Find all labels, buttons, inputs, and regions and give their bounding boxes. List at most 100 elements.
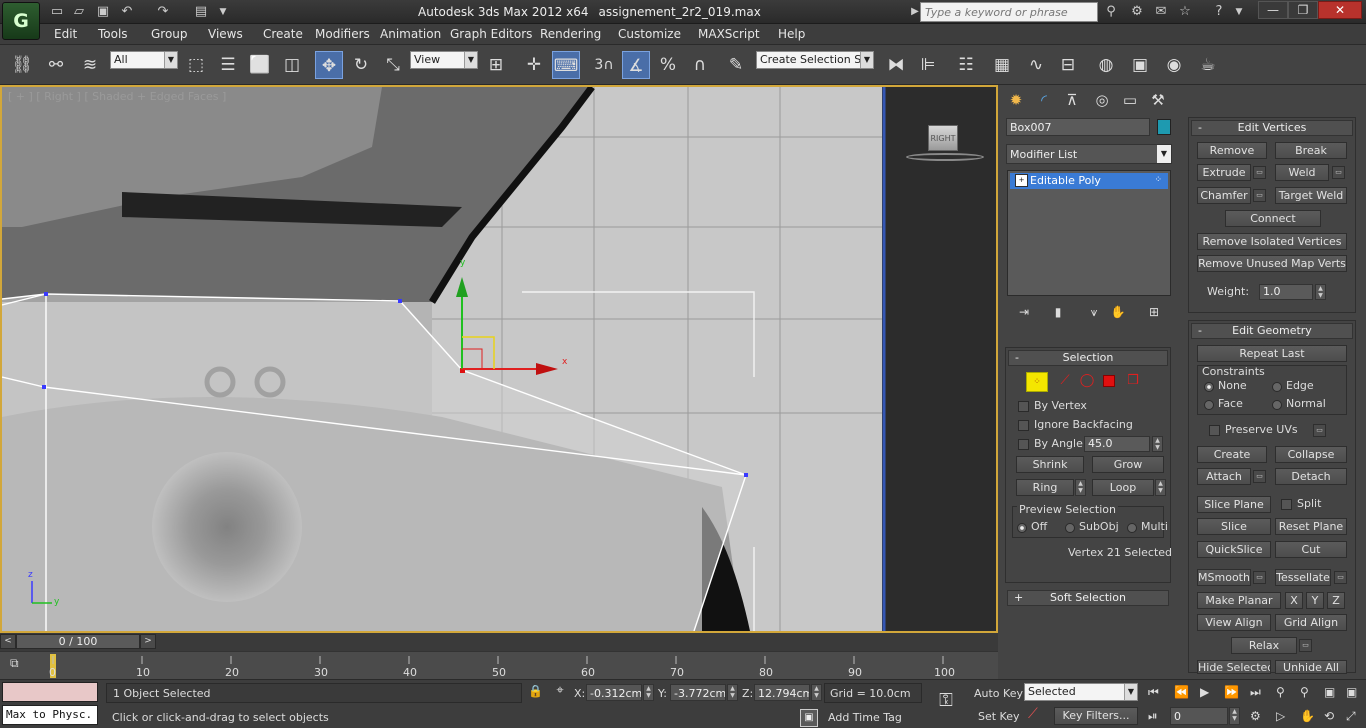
- orbit-icon[interactable]: ⟲: [1324, 709, 1334, 723]
- menu-help[interactable]: Help: [778, 27, 805, 41]
- graphite-modeling-icon[interactable]: ▦: [988, 51, 1016, 79]
- menu-graph-editors[interactable]: Graph Editors: [450, 27, 532, 41]
- minimize-button[interactable]: —: [1258, 1, 1288, 19]
- tessellate-settings-icon[interactable]: ▭: [1334, 571, 1347, 584]
- expand-plus-icon[interactable]: +: [1015, 174, 1028, 187]
- viewport-right[interactable]: y x z y [ + ] [ Right ] [ Shaded + Edged…: [0, 85, 998, 633]
- subscription-icon[interactable]: ⚙: [1128, 3, 1146, 21]
- menu-group[interactable]: Group: [151, 27, 188, 41]
- key-mode-toggle-icon[interactable]: ⏯: [1148, 709, 1158, 724]
- keyboard-shortcut-override-icon[interactable]: ⌨: [552, 51, 580, 79]
- menu-modifiers[interactable]: Modifiers: [315, 27, 370, 41]
- cut-button[interactable]: Cut: [1275, 541, 1347, 558]
- set-key-button[interactable]: Set Key: [978, 710, 1020, 723]
- redo-icon[interactable]: ↷: [154, 3, 172, 21]
- hierarchy-tab-icon[interactable]: ⊼: [1060, 89, 1084, 111]
- menu-maxscript[interactable]: MAXScript: [698, 27, 760, 41]
- layer-manager-icon[interactable]: ☷: [952, 51, 980, 79]
- favorites-star-icon[interactable]: ☆: [1176, 3, 1194, 21]
- preview-subobj-radio[interactable]: [1065, 523, 1075, 533]
- constraint-normal-radio[interactable]: [1272, 400, 1282, 410]
- open-file-icon[interactable]: ▱: [70, 3, 88, 21]
- border-subobject-button[interactable]: ◯: [1078, 373, 1096, 391]
- select-object-icon[interactable]: ⬚: [182, 51, 210, 79]
- viewport-label[interactable]: [ + ] [ Right ] [ Shaded + Edged Faces ]: [8, 90, 226, 103]
- curve-editor-icon[interactable]: ∿: [1022, 51, 1050, 79]
- viewcube[interactable]: RIGHT: [928, 125, 958, 151]
- polygon-subobject-button[interactable]: [1103, 375, 1115, 387]
- quickslice-button[interactable]: QuickSlice: [1197, 541, 1271, 558]
- select-and-manipulate-icon[interactable]: ✛: [520, 51, 548, 79]
- close-button[interactable]: ✕: [1318, 1, 1362, 19]
- make-planar-z-button[interactable]: Z: [1327, 592, 1345, 609]
- extrude-settings-icon[interactable]: ▭: [1253, 166, 1266, 179]
- render-production-icon[interactable]: ☕: [1194, 51, 1222, 79]
- selection-rollout-header[interactable]: - Selection: [1008, 350, 1168, 366]
- loop-spinner[interactable]: ▲ ▼: [1155, 479, 1166, 496]
- remove-unused-map-verts-button[interactable]: Remove Unused Map Verts: [1197, 255, 1347, 272]
- make-planar-y-button[interactable]: Y: [1306, 592, 1324, 609]
- schematic-view-icon[interactable]: ⊟: [1054, 51, 1082, 79]
- menu-create[interactable]: Create: [263, 27, 303, 41]
- display-tab-icon[interactable]: ▭: [1118, 89, 1142, 111]
- select-and-move-icon[interactable]: ✥: [315, 51, 343, 79]
- rendered-frame-window-icon[interactable]: ◉: [1160, 51, 1188, 79]
- help-dropdown-icon[interactable]: ▼: [1230, 3, 1248, 21]
- maxscript-input[interactable]: Max to Physc.: [2, 705, 98, 725]
- attach-button[interactable]: Attach: [1197, 468, 1251, 485]
- current-frame-spinner[interactable]: ▲ ▼: [1229, 707, 1240, 725]
- select-by-name-icon[interactable]: ☰: [214, 51, 242, 79]
- selection-filter-dropdown[interactable]: All ▼: [110, 51, 178, 69]
- current-frame-input[interactable]: 0: [1170, 707, 1228, 725]
- save-icon[interactable]: ▣: [94, 3, 112, 21]
- named-selection-sets-dropdown[interactable]: Create Selection Se ▼: [756, 51, 874, 69]
- edge-subobject-button[interactable]: ⟋: [1056, 373, 1074, 391]
- new-file-icon[interactable]: ▭: [48, 3, 66, 21]
- project-folder-icon[interactable]: ▤: [192, 3, 210, 21]
- auto-key-button[interactable]: Auto Key: [974, 687, 1023, 700]
- motion-tab-icon[interactable]: ◎: [1090, 89, 1114, 111]
- weld-button[interactable]: Weld: [1275, 164, 1329, 181]
- reference-coordinate-dropdown[interactable]: View ▼: [410, 51, 478, 69]
- key-filters-button[interactable]: Key Filters...: [1054, 707, 1138, 725]
- view-align-button[interactable]: View Align: [1197, 614, 1271, 631]
- restore-button[interactable]: ❐: [1288, 1, 1318, 19]
- lock-selection-icon[interactable]: 🔒: [528, 684, 543, 700]
- weight-input[interactable]: 1.0: [1259, 284, 1313, 300]
- ring-spinner[interactable]: ▲ ▼: [1075, 479, 1086, 496]
- edit-named-selection-icon[interactable]: ✎: [722, 51, 750, 79]
- target-weld-button[interactable]: Target Weld: [1275, 187, 1347, 204]
- slice-plane-button[interactable]: Slice Plane: [1197, 496, 1271, 513]
- maxscript-listener-mini[interactable]: [2, 682, 98, 702]
- loop-button[interactable]: Loop: [1092, 479, 1154, 496]
- modifier-list-dropdown[interactable]: Modifier List ▼: [1006, 144, 1172, 164]
- zoom-extents-all-icon[interactable]: ▣: [1346, 685, 1357, 699]
- field-of-view-icon[interactable]: ▷: [1276, 709, 1285, 723]
- viewport-scene[interactable]: y x z y: [2, 87, 996, 631]
- make-unique-icon[interactable]: ⩛: [1082, 301, 1106, 323]
- hide-selected-button[interactable]: Hide Selected: [1197, 660, 1271, 674]
- zoom-icon[interactable]: ⚲: [1276, 685, 1285, 699]
- zoom-extents-icon[interactable]: ▣: [1324, 685, 1335, 699]
- menu-customize[interactable]: Customize: [618, 27, 681, 41]
- track-bar[interactable]: ⧉ 0 10 20 30 40 50 60 70 80 90 100: [0, 651, 998, 679]
- quick-access-dropdown-icon[interactable]: ▼: [214, 3, 232, 21]
- chamfer-settings-icon[interactable]: ▭: [1253, 189, 1266, 202]
- constraint-edge-radio[interactable]: [1272, 382, 1282, 392]
- previous-frame-icon[interactable]: <: [0, 634, 16, 649]
- angle-snap-icon[interactable]: ∡: [622, 51, 650, 79]
- align-icon[interactable]: ⊫: [914, 51, 942, 79]
- remove-button[interactable]: Remove: [1197, 142, 1267, 159]
- pan-view-icon[interactable]: ✋: [1300, 709, 1315, 723]
- menu-views[interactable]: Views: [208, 27, 243, 41]
- preserve-uvs-settings-icon[interactable]: ▭: [1313, 424, 1326, 437]
- angle-input[interactable]: 45.0: [1084, 436, 1150, 452]
- bind-space-warp-icon[interactable]: ≋: [76, 51, 104, 79]
- msmooth-settings-icon[interactable]: ▭: [1253, 571, 1266, 584]
- slice-button[interactable]: Slice: [1197, 518, 1271, 535]
- modifier-stack-list[interactable]: + Editable Poly ⁘: [1007, 170, 1171, 296]
- rectangular-selection-icon[interactable]: ⬜: [246, 51, 274, 79]
- render-setup-icon[interactable]: ▣: [1126, 51, 1154, 79]
- absolute-mode-icon[interactable]: ⌖: [551, 683, 569, 701]
- create-tab-icon[interactable]: ✹: [1004, 89, 1028, 111]
